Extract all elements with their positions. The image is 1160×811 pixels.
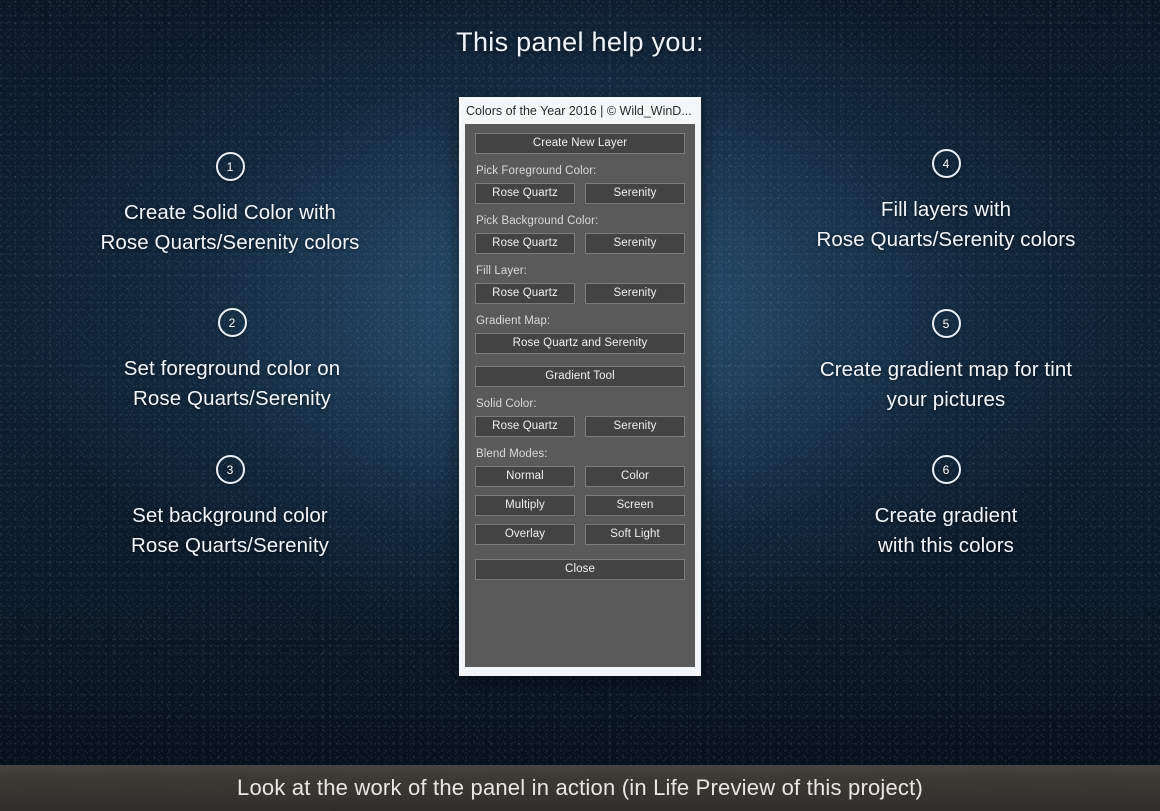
blend-mode-overlay-button[interactable]: Overlay bbox=[475, 524, 575, 545]
fill-layer-serenity-button[interactable]: Serenity bbox=[585, 283, 685, 304]
close-button[interactable]: Close bbox=[475, 559, 685, 580]
solid-color-button-row: Rose Quartz Serenity bbox=[475, 416, 685, 437]
step-description: Set foreground color on Rose Quarts/Sere… bbox=[62, 354, 402, 414]
solid-color-serenity-button[interactable]: Serenity bbox=[585, 416, 685, 437]
step-description-line2: Rose Quarts/Serenity bbox=[131, 533, 329, 557]
fill-layer-button-row: Rose Quartz Serenity bbox=[475, 283, 685, 304]
step-item-4: 4 Fill layers with Rose Quarts/Serenity … bbox=[776, 149, 1116, 255]
fill-layer-rose-quartz-button[interactable]: Rose Quartz bbox=[475, 283, 575, 304]
step-description: Create gradient map for tint your pictur… bbox=[776, 355, 1116, 415]
label-blend-modes: Blend Modes: bbox=[476, 448, 548, 460]
blend-mode-row-1: Normal Color bbox=[475, 466, 685, 487]
panel-title-text: Colors of the Year 2016 | © Wild_WinD... bbox=[466, 103, 692, 118]
step-number-badge: 6 bbox=[931, 455, 961, 484]
step-item-2: 2 Set foreground color on Rose Quarts/Se… bbox=[62, 308, 402, 414]
step-description-line1: Create gradient bbox=[874, 504, 1018, 527]
step-number-badge: 1 bbox=[215, 152, 245, 181]
step-number-badge: 3 bbox=[215, 455, 245, 484]
step-item-1: 1 Create Solid Color with Rose Quarts/Se… bbox=[60, 152, 400, 258]
background-serenity-button[interactable]: Serenity bbox=[585, 233, 685, 254]
create-new-layer-button[interactable]: Create New Layer bbox=[475, 133, 685, 154]
label-fill-layer: Fill Layer: bbox=[476, 265, 527, 277]
background-color-button-row: Rose Quartz Serenity bbox=[475, 233, 685, 254]
blend-mode-screen-button[interactable]: Screen bbox=[585, 495, 685, 516]
blend-mode-color-button[interactable]: Color bbox=[585, 466, 685, 487]
slide-stage: This panel help you: 1 Create Solid Colo… bbox=[0, 0, 1160, 811]
blend-mode-row-3: Overlay Soft Light bbox=[475, 524, 685, 545]
panel-titlebar: Colors of the Year 2016 | © Wild_WinD... bbox=[459, 97, 701, 124]
gradient-map-rose-quartz-and-serenity-button[interactable]: Rose Quartz and Serenity bbox=[475, 333, 685, 354]
label-pick-foreground-color: Pick Foreground Color: bbox=[476, 165, 597, 177]
gradient-tool-button[interactable]: Gradient Tool bbox=[475, 366, 685, 387]
step-description-line2: Rose Quarts/Serenity bbox=[133, 386, 331, 410]
step-description-line1: Fill layers with bbox=[880, 198, 1012, 221]
step-number-badge: 5 bbox=[931, 309, 961, 338]
step-item-6: 6 Create gradient with this colors bbox=[776, 455, 1116, 561]
step-description-line1: Create Solid Color with bbox=[124, 201, 336, 224]
step-description-line2: Rose Quarts/Serenity colors bbox=[100, 230, 360, 254]
footer-text: Look at the work of the panel in action … bbox=[237, 775, 923, 800]
step-description: Fill layers with Rose Quarts/Serenity co… bbox=[776, 195, 1116, 255]
step-item-5: 5 Create gradient map for tint your pict… bbox=[776, 309, 1116, 415]
blend-mode-row-2: Multiply Screen bbox=[475, 495, 685, 516]
step-description: Create Solid Color with Rose Quarts/Sere… bbox=[60, 198, 400, 258]
step-description: Create gradient with this colors bbox=[776, 501, 1116, 561]
blend-mode-normal-button[interactable]: Normal bbox=[475, 466, 575, 487]
colors-of-the-year-panel: Colors of the Year 2016 | © Wild_WinD...… bbox=[459, 97, 701, 676]
step-description-line1: Create gradient map for tint bbox=[819, 358, 1073, 381]
step-description-line2: your pictures bbox=[886, 387, 1006, 411]
step-description-line2: with this colors bbox=[877, 533, 1015, 557]
foreground-color-button-row: Rose Quartz Serenity bbox=[475, 183, 685, 204]
panel-body: Create New Layer Pick Foreground Color: … bbox=[465, 124, 695, 667]
step-description-line1: Set foreground color on bbox=[123, 357, 341, 380]
foreground-rose-quartz-button[interactable]: Rose Quartz bbox=[475, 183, 575, 204]
step-number-badge: 2 bbox=[217, 308, 247, 337]
foreground-serenity-button[interactable]: Serenity bbox=[585, 183, 685, 204]
footer-bar: Look at the work of the panel in action … bbox=[0, 765, 1160, 811]
step-item-3: 3 Set background color Rose Quarts/Seren… bbox=[60, 455, 400, 561]
solid-color-rose-quartz-button[interactable]: Rose Quartz bbox=[475, 416, 575, 437]
step-number-badge: 4 bbox=[931, 149, 961, 178]
blend-mode-multiply-button[interactable]: Multiply bbox=[475, 495, 575, 516]
label-pick-background-color: Pick Background Color: bbox=[476, 215, 599, 227]
label-solid-color: Solid Color: bbox=[476, 398, 537, 410]
step-description-line2: Rose Quarts/Serenity colors bbox=[816, 227, 1076, 251]
step-description: Set background color Rose Quarts/Serenit… bbox=[60, 501, 400, 561]
label-gradient-map: Gradient Map: bbox=[476, 315, 551, 327]
page-title: This panel help you: bbox=[456, 27, 704, 57]
background-rose-quartz-button[interactable]: Rose Quartz bbox=[475, 233, 575, 254]
step-description-line1: Set background color bbox=[132, 504, 328, 527]
blend-mode-soft-light-button[interactable]: Soft Light bbox=[585, 524, 685, 545]
